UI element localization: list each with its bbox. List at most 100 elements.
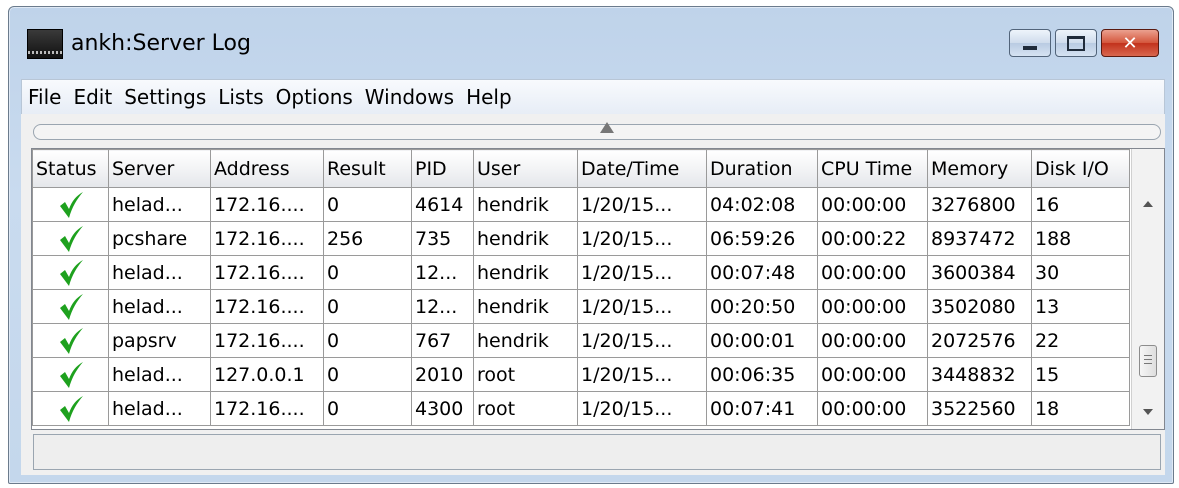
column-header-pid[interactable]: PID [411,149,474,188]
minimize-button[interactable] [1009,29,1051,57]
cell-datetime: 1/20/15... [577,187,707,222]
vertical-scrollbar[interactable] [1131,149,1164,429]
cell-datetime: 1/20/15... [577,255,707,290]
cell-memory: 3600384 [927,255,1032,290]
cell-pid: 767 [411,323,474,358]
cell-memory: 3522560 [927,391,1032,426]
table-row[interactable]: helad... 127.0.0.1 0 2010 root 1/20/15... 00:0… [32,357,1130,392]
cell-result: 0 [323,255,412,290]
cell-address: 172.16.... [210,391,324,426]
table-row[interactable]: helad... 172.16.... 0 4614 hendrik 1/20/15...… [32,187,1130,222]
check-icon [59,361,83,388]
cell-disk: 15 [1031,357,1130,392]
cell-datetime: 1/20/15... [577,357,707,392]
cell-pid: 4614 [411,187,474,222]
column-header-disk-i-o[interactable]: Disk I/O [1031,149,1130,188]
cell-duration: 00:06:35 [706,357,818,392]
cell-address: 172.16.... [210,187,324,222]
table-row[interactable]: helad... 172.16.... 0 12... hendrik 1/20/15..… [32,289,1130,324]
cell-cpu: 00:00:00 [817,289,928,324]
cell-server: helad... [108,391,211,426]
cell-pid: 4300 [411,391,474,426]
table-body: helad... 172.16.... 0 4614 hendrik 1/20/15...… [32,187,1130,426]
cell-memory: 3276800 [927,187,1032,222]
table-row[interactable]: pcshare 172.16.... 256 735 hendrik 1/20/15...… [32,221,1130,256]
window-title: ankh:Server Log [71,31,251,56]
table-row[interactable]: papsrv 172.16.... 0 767 hendrik 1/20/15... 00:… [32,323,1130,358]
check-icon [59,259,83,286]
scroll-thumb[interactable] [1139,345,1157,377]
column-header-memory[interactable]: Memory [927,149,1032,188]
cell-cpu: 00:00:00 [817,391,928,426]
menu-bar: File Edit Settings Lists Options Windows Help [21,79,1165,115]
title-bar[interactable]: ankh:Server Log ✕ [9,7,1173,77]
cell-cpu: 00:00:00 [817,357,928,392]
column-header-result[interactable]: Result [323,149,412,188]
cell-pid: 12... [411,255,474,290]
status-cell [32,221,109,256]
cell-server: helad... [108,289,211,324]
column-header-user[interactable]: User [473,149,578,188]
status-cell [32,357,109,392]
menu-windows[interactable]: Windows [359,82,460,112]
cell-duration: 04:02:08 [706,187,818,222]
cell-memory: 8937472 [927,221,1032,256]
cell-user: root [473,391,578,426]
cell-datetime: 1/20/15... [577,289,707,324]
cell-server: papsrv [108,323,211,358]
cell-address: 172.16.... [210,221,324,256]
cell-address: 172.16.... [210,289,324,324]
window-controls: ✕ [1009,29,1159,59]
cell-cpu: 00:00:00 [817,187,928,222]
cell-disk: 30 [1031,255,1130,290]
cell-server: helad... [108,357,211,392]
menu-lists[interactable]: Lists [212,82,269,112]
column-header-date-time[interactable]: Date/Time [577,149,707,188]
menu-file[interactable]: File [22,82,67,112]
check-icon [59,327,83,354]
cell-pid: 2010 [411,357,474,392]
maximize-button[interactable] [1055,29,1097,57]
menu-edit[interactable]: Edit [67,82,118,112]
column-header-duration[interactable]: Duration [706,149,818,188]
cell-memory: 2072576 [927,323,1032,358]
log-table-frame: Status Server Address Result PID User Date/Tim… [31,148,1165,430]
status-bar [33,434,1161,470]
cell-server: pcshare [108,221,211,256]
close-icon: ✕ [1122,32,1138,54]
column-header-server[interactable]: Server [108,149,211,188]
cell-result: 0 [323,289,412,324]
column-header-cpu-time[interactable]: CPU Time [817,149,928,188]
menu-settings[interactable]: Settings [118,82,212,112]
cell-disk: 188 [1031,221,1130,256]
close-button[interactable]: ✕ [1101,29,1159,57]
cell-result: 0 [323,357,412,392]
status-cell [32,323,109,358]
check-icon [59,293,83,320]
panel-splitter[interactable] [33,122,1161,140]
menu-options[interactable]: Options [270,82,359,112]
status-cell [32,187,109,222]
table-row[interactable]: helad... 172.16.... 0 4300 root 1/20/15... 00:… [32,391,1130,426]
cell-disk: 16 [1031,187,1130,222]
cell-address: 127.0.0.1 [210,357,324,392]
app-logo-icon [27,29,63,59]
column-header-address[interactable]: Address [210,149,324,188]
cell-cpu: 00:00:22 [817,221,928,256]
cell-user: hendrik [473,187,578,222]
cell-result: 0 [323,391,412,426]
table-header-row: Status Server Address Result PID User Date/Tim… [32,149,1130,188]
cell-address: 172.16.... [210,323,324,358]
table-row[interactable]: helad... 172.16.... 0 12... hendrik 1/20/15..… [32,255,1130,290]
cell-server: helad... [108,255,211,290]
check-icon [59,225,83,252]
cell-pid: 12... [411,289,474,324]
cell-user: hendrik [473,221,578,256]
menu-help[interactable]: Help [460,82,518,112]
status-cell [32,289,109,324]
column-header-status[interactable]: Status [32,149,109,188]
cell-result: 0 [323,323,412,358]
scroll-up-arrow-icon[interactable] [1143,201,1153,207]
expand-up-arrow-icon[interactable] [600,122,614,133]
scroll-down-arrow-icon[interactable] [1143,409,1153,415]
